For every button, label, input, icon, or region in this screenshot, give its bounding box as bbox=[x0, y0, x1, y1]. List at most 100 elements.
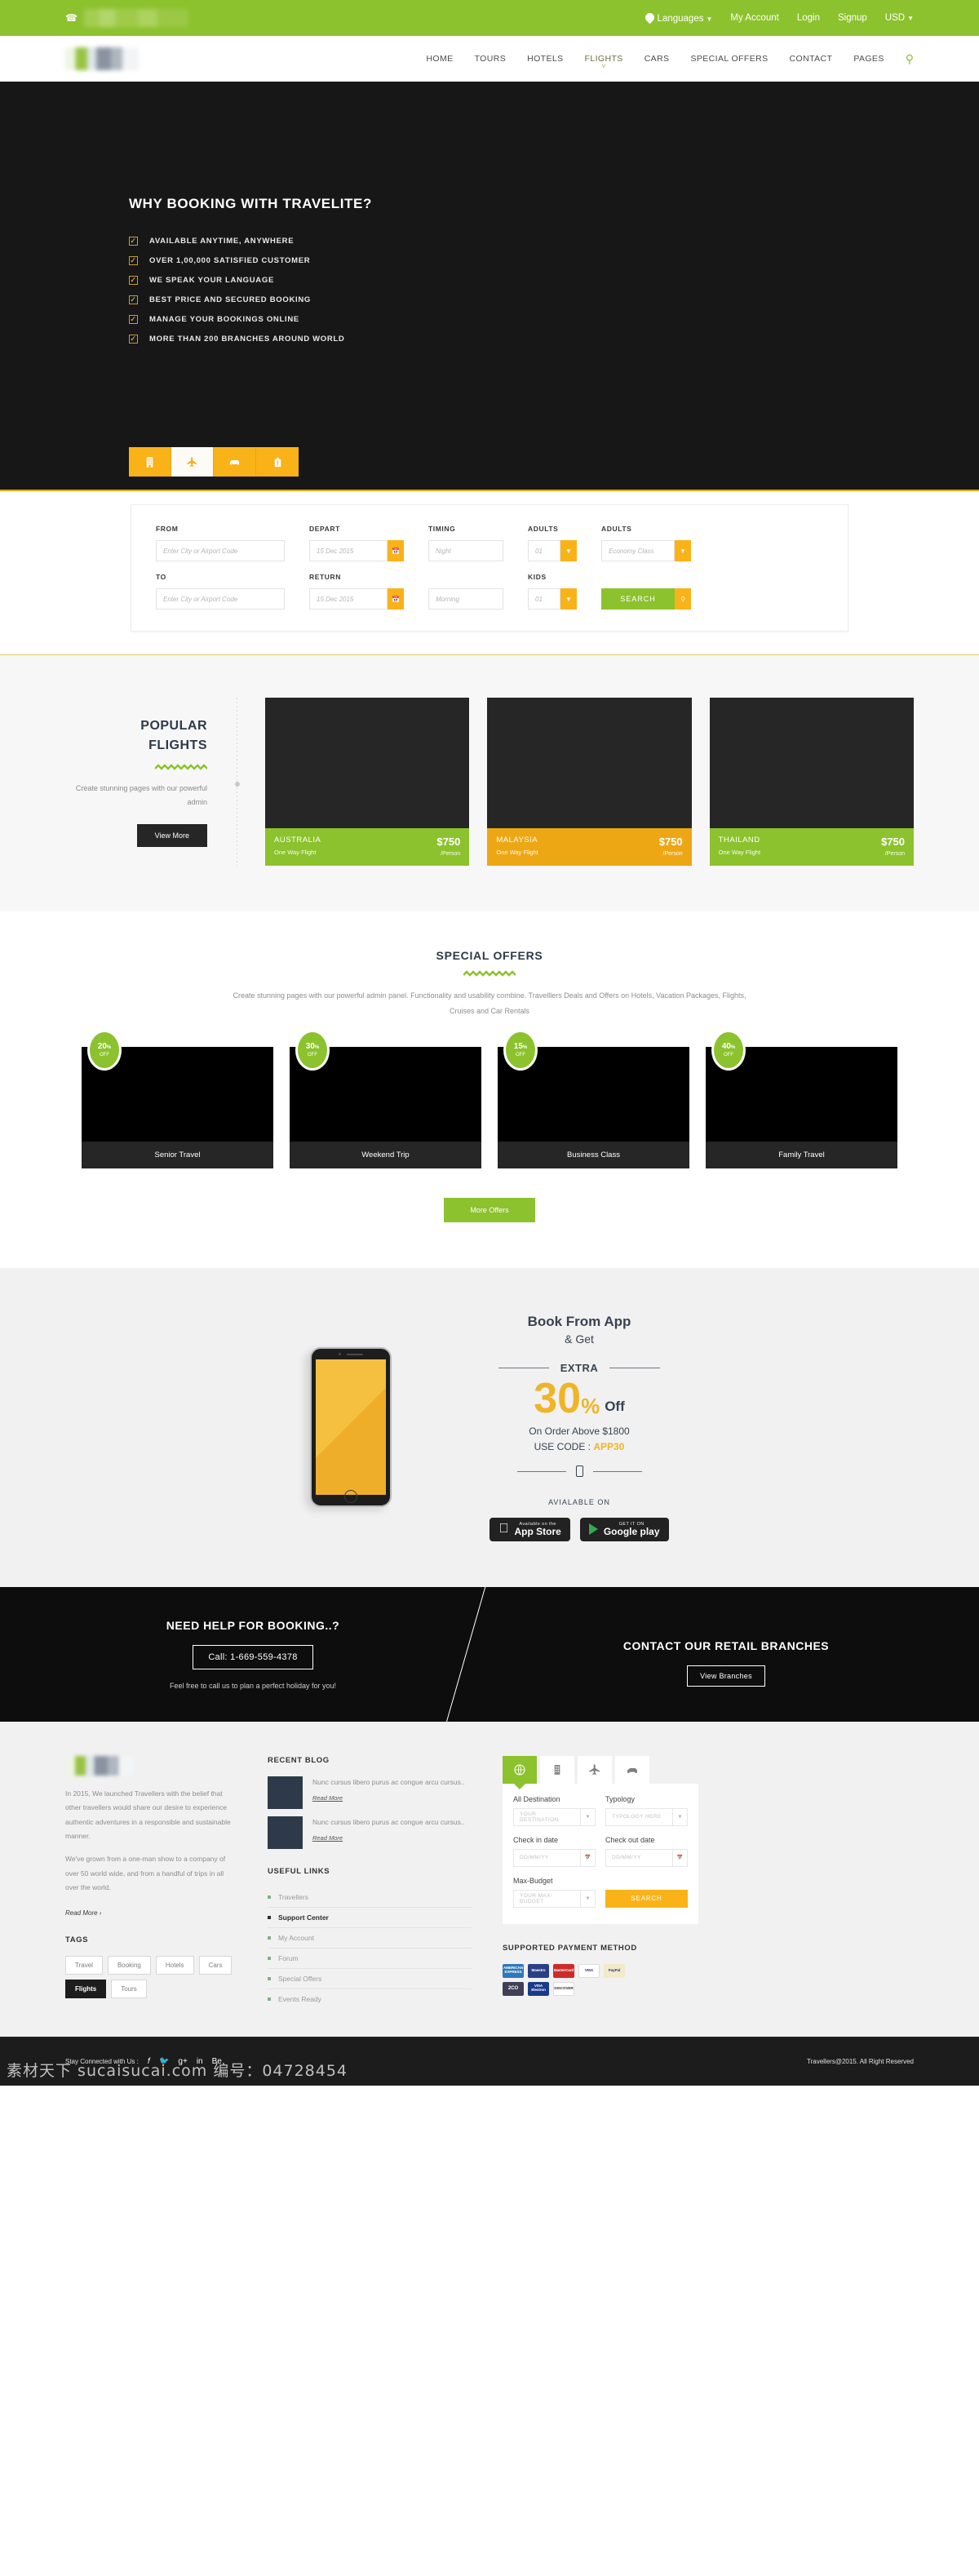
chevron-down-icon[interactable]: ▼ bbox=[560, 540, 577, 561]
budget-input[interactable]: YOUR MAX-BUDGET bbox=[514, 1891, 580, 1907]
nav-item-pages[interactable]: PAGES bbox=[853, 49, 884, 69]
offer-caption: Business Class bbox=[498, 1141, 689, 1168]
tag-booking[interactable]: Booking bbox=[107, 1955, 151, 1975]
return-input[interactable]: 15 Dec 2015 bbox=[309, 588, 388, 610]
twitter-icon[interactable]: 🐦 bbox=[159, 2057, 169, 2066]
nav-item-tours[interactable]: TOURS bbox=[475, 49, 507, 69]
app-discount-percent: % bbox=[581, 1394, 600, 1419]
flight-card[interactable]: MALAYSIA One Way Flight $750/Person bbox=[487, 698, 692, 866]
behance-icon[interactable]: Be bbox=[212, 2057, 222, 2066]
widget-tab-hotels[interactable] bbox=[540, 1755, 574, 1784]
tag-cars[interactable]: Cars bbox=[198, 1955, 233, 1975]
timing2-input[interactable]: Morning bbox=[428, 588, 503, 610]
nav-item-cars[interactable]: CARS bbox=[645, 49, 670, 69]
widget-search-button[interactable]: SEARCH bbox=[605, 1889, 688, 1908]
nav-item-contact[interactable]: CONTACT bbox=[790, 49, 833, 69]
hero-benefit-list: ✓ AVAILABLE ANYTIME, ANYWHERE ✓ OVER 1,00,… bbox=[129, 237, 345, 354]
calendar-icon[interactable]: 📅 bbox=[672, 1849, 687, 1866]
about-read-more-link[interactable]: Read More › bbox=[65, 1909, 101, 1917]
tags-heading: TAGS bbox=[65, 1935, 89, 1944]
search-icon[interactable]: ⚲ bbox=[675, 588, 691, 610]
tab-hotels[interactable] bbox=[129, 447, 171, 477]
offer-card[interactable]: 15% OFF Business Class bbox=[498, 1031, 689, 1168]
timing-input[interactable]: Night bbox=[428, 540, 503, 561]
footer-link-my-account[interactable]: My Account bbox=[268, 1928, 472, 1949]
calendar-icon[interactable]: 📅 bbox=[388, 588, 404, 610]
blog-read-more[interactable]: Read More bbox=[312, 1833, 465, 1844]
flight-type: One Way Flight bbox=[718, 849, 761, 856]
my-account-link[interactable]: My Account bbox=[730, 13, 778, 23]
widget-tab-flights[interactable] bbox=[578, 1755, 612, 1784]
hero-banner: WHY BOOKING WITH TRAVELITE? ✓ AVAILABLE A… bbox=[0, 82, 979, 490]
calendar-icon[interactable]: 📅 bbox=[388, 540, 404, 561]
blog-item[interactable]: Nunc cursus libero purus ac congue arcu … bbox=[268, 1816, 472, 1849]
footer-link-support-center[interactable]: Support Center bbox=[268, 1908, 472, 1928]
chevron-down-icon[interactable]: ▼ bbox=[560, 588, 577, 610]
tab-packages[interactable] bbox=[256, 447, 299, 477]
to-input[interactable]: Enter City or Airport Code bbox=[156, 588, 285, 610]
offer-card[interactable]: 20% OFF Senior Travel bbox=[82, 1031, 273, 1168]
chevron-down-icon[interactable]: ▼ bbox=[580, 1808, 595, 1825]
tag-tours[interactable]: Tours bbox=[111, 1979, 147, 1998]
kids-select[interactable]: 01 bbox=[528, 588, 560, 610]
offer-card[interactable]: 30% OFF Weekend Trip bbox=[290, 1031, 481, 1168]
depart-input[interactable]: 15 Dec 2015 bbox=[309, 540, 388, 561]
login-link[interactable]: Login bbox=[797, 13, 820, 23]
from-input[interactable]: Enter City or Airport Code bbox=[156, 540, 285, 561]
view-more-button[interactable]: View More bbox=[136, 824, 207, 848]
google-plus-icon[interactable]: g+ bbox=[178, 2057, 187, 2066]
flight-card[interactable]: THAILAND One Way Flight $750/Person bbox=[709, 698, 914, 866]
tab-flights[interactable] bbox=[171, 447, 214, 477]
tab-cars[interactable] bbox=[214, 447, 256, 477]
blog-read-more[interactable]: Read More bbox=[312, 1793, 465, 1804]
widget-tab-cars[interactable] bbox=[615, 1755, 649, 1784]
search-button[interactable]: SEARCH bbox=[601, 588, 675, 610]
typology-input[interactable]: TYPOLOGY HERE bbox=[606, 1809, 672, 1825]
checkout-input[interactable]: DD/MM/YY bbox=[606, 1850, 672, 1866]
adults-select[interactable]: 01 bbox=[528, 540, 560, 561]
footer-link-special-offers[interactable]: Special Offers bbox=[268, 1969, 472, 1989]
blog-excerpt: Nunc cursus libero purus ac congue arcu … bbox=[312, 1817, 465, 1826]
nav-item-flights[interactable]: FLIGHTS ˅ bbox=[585, 49, 623, 70]
signup-link[interactable]: Signup bbox=[838, 13, 867, 23]
footer-link-travellers[interactable]: Travellers bbox=[268, 1887, 472, 1908]
languages-dropdown[interactable]: Languages ▼ bbox=[643, 11, 713, 24]
footer-link-forum[interactable]: Forum bbox=[268, 1949, 472, 1969]
blog-excerpt: Nunc cursus libero purus ac congue arcu … bbox=[312, 1777, 465, 1786]
view-branches-button[interactable]: View Branches bbox=[687, 1665, 765, 1687]
nav-item-home[interactable]: HOME bbox=[426, 49, 453, 69]
flight-country: AUSTRALIA bbox=[274, 836, 321, 845]
call-button[interactable]: Call: 1-669-559-4378 bbox=[193, 1644, 313, 1669]
app-store-button[interactable]:  Available on theApp Store bbox=[490, 1518, 570, 1541]
nav-item-special-offers[interactable]: SPECIAL OFFERS bbox=[690, 49, 768, 69]
chevron-down-icon[interactable]: ▼ bbox=[580, 1890, 595, 1907]
class-select[interactable]: Economy Class bbox=[601, 540, 675, 561]
destination-input[interactable]: YOUR DESTINATION bbox=[514, 1809, 580, 1825]
footer-logo[interactable] bbox=[65, 1755, 134, 1776]
chevron-down-icon: ▼ bbox=[706, 15, 713, 23]
offer-card[interactable]: 40% OFF Family Travel bbox=[706, 1031, 897, 1168]
google-play-button[interactable]: GET IT ON Google play bbox=[579, 1518, 669, 1541]
camera-icon bbox=[339, 1353, 342, 1356]
more-offers-button[interactable]: More Offers bbox=[444, 1197, 535, 1222]
chevron-down-icon[interactable]: ▼ bbox=[672, 1808, 687, 1825]
facebook-icon[interactable]: 𝑓 bbox=[148, 2057, 150, 2066]
tag-hotels[interactable]: Hotels bbox=[155, 1955, 194, 1975]
footer-link-events-ready[interactable]: Events Ready bbox=[268, 1989, 472, 2009]
linkedin-icon[interactable]: in bbox=[197, 2057, 203, 2066]
blog-item[interactable]: Nunc cursus libero purus ac congue arcu … bbox=[268, 1776, 472, 1809]
chevron-down-icon[interactable]: ▼ bbox=[675, 540, 691, 561]
flight-country: MALAYSIA bbox=[496, 836, 538, 845]
search-icon[interactable]: ⚲ bbox=[906, 52, 914, 66]
currency-dropdown[interactable]: USD ▼ bbox=[885, 13, 914, 23]
tag-travel[interactable]: Travel bbox=[65, 1955, 103, 1975]
calendar-icon[interactable]: 📅 bbox=[580, 1849, 595, 1866]
tag-flights[interactable]: Flights bbox=[65, 1979, 107, 1998]
flight-card[interactable]: AUSTRALIA One Way Flight $750/Person bbox=[265, 698, 470, 866]
checkin-input[interactable]: DD/MM/YY bbox=[514, 1850, 580, 1866]
nav-item-hotels[interactable]: HOTELS bbox=[527, 49, 563, 69]
widget-tab-all[interactable] bbox=[503, 1755, 537, 1784]
payment-card-discover: DISCOVER bbox=[553, 1981, 574, 1996]
site-logo[interactable] bbox=[65, 47, 139, 70]
